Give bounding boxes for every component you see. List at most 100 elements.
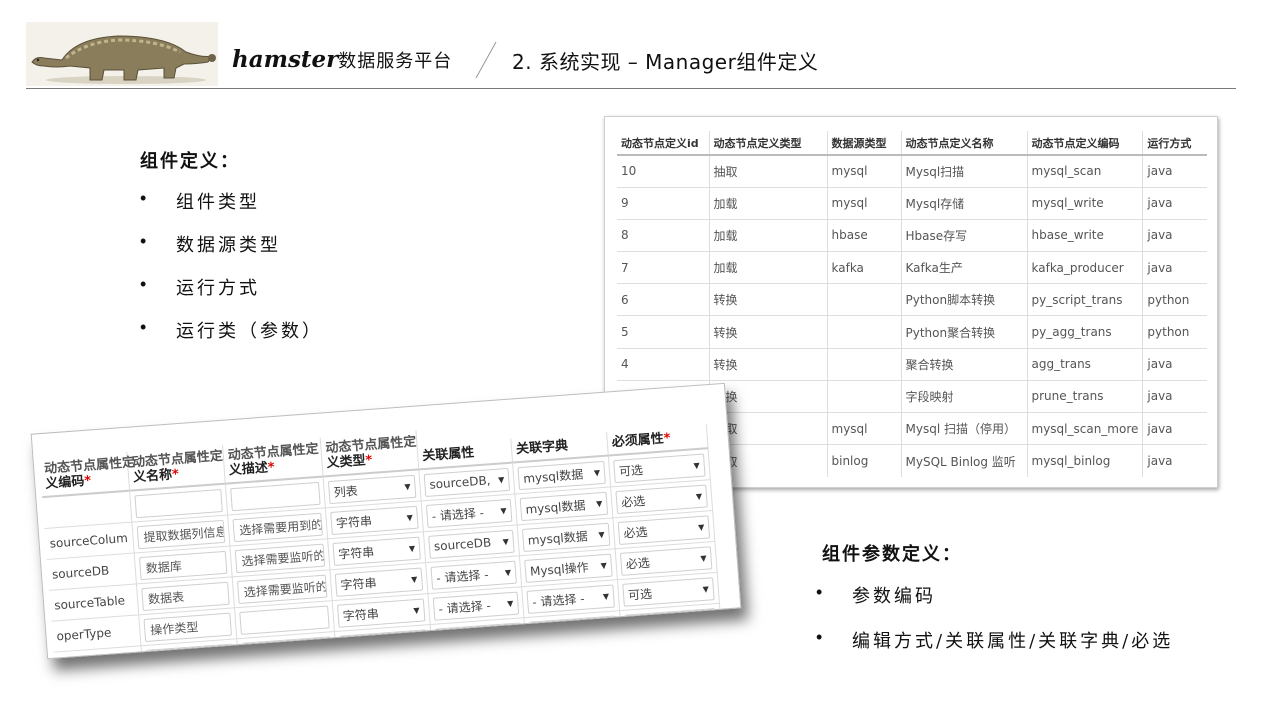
param-header-label: 动态节点属性定 义描述* xyxy=(227,442,320,479)
bullet-icon: • xyxy=(816,582,826,602)
select-value: - 请选择 - xyxy=(431,505,485,524)
select-value: sourceDB, xyxy=(428,473,491,492)
param-type-select[interactable]: 字符串 ▼ xyxy=(330,505,419,535)
cell-code: mysql_scan xyxy=(1026,154,1143,188)
chevron-down-icon: ▼ xyxy=(506,598,514,608)
related-attr-select[interactable]: - 请选择 - ▼ xyxy=(425,498,513,528)
column-header[interactable]: 数据源类型 xyxy=(826,131,901,156)
param-header-label: 关联属性 xyxy=(422,445,475,464)
required-select[interactable]: 必选 ▼ xyxy=(619,545,713,576)
column-header[interactable]: 动态节点定义名称 xyxy=(900,131,1027,156)
cell-name: Hbase存写 xyxy=(900,218,1027,252)
param-type-select[interactable]: 大文本 ▼ xyxy=(339,628,428,659)
cell-code: agg_trans xyxy=(1026,347,1143,381)
list-item: • 数据源类型 xyxy=(140,231,323,274)
select-value: 可选 xyxy=(627,586,653,602)
param-desc-input[interactable]: 选择需要用到的 xyxy=(232,512,323,542)
param-desc-input[interactable]: 选择需要监听的 xyxy=(234,543,326,573)
param-desc-input[interactable]: 选择需要监听的 xyxy=(236,574,328,604)
select-value: Mysql操作 xyxy=(529,559,590,579)
column-header[interactable]: 运行方式 xyxy=(1142,131,1207,156)
cell-code: hbase_write xyxy=(1026,218,1143,252)
select-value: 字符串 xyxy=(342,606,380,623)
title-separator xyxy=(475,41,497,79)
param-type-select[interactable]: 字符串 ▼ xyxy=(332,536,421,566)
cell-type: 转换 xyxy=(708,315,827,349)
param-desc-input[interactable] xyxy=(230,481,321,511)
cell-runmode: python xyxy=(1142,283,1207,316)
cell-type: 加载 xyxy=(708,218,827,252)
select-value: 大文本 xyxy=(344,637,382,654)
table-header-row: 动态节点定义id 动态节点定义类型 数据源类型 动态节点定义名称 动态节点定义编… xyxy=(617,131,1207,156)
param-cell: ▼ xyxy=(524,611,623,650)
list-item: • 组件类型 xyxy=(140,188,323,231)
param-header-label: 动态节点属性定 义类型* xyxy=(325,435,418,472)
param-name-input[interactable]: 数据过滤表达式 xyxy=(145,643,235,660)
param-definition-title: 组件参数定义： xyxy=(822,544,962,565)
cell-datasource: kafka xyxy=(826,251,901,284)
table-row[interactable]: 10 抽取 mysql Mysql扫描 mysql_scan java xyxy=(617,154,1207,188)
param-desc-input[interactable]: 支持：逻辑运 xyxy=(241,635,332,660)
param-name-input[interactable]: 数据表 xyxy=(141,581,230,611)
param-name-input[interactable]: 操作类型 xyxy=(143,612,232,642)
param-name-input[interactable]: 提取数据列信息 xyxy=(136,519,226,549)
required-select[interactable]: 可选 ▼ xyxy=(622,576,715,607)
related-attr-select[interactable]: - 请选择 - ▼ xyxy=(430,560,517,590)
param-definition-grid: 动态节点属性定 义编码* 动态节点属性定 义名称* 动态节点属性定 义描述* 动态节点属性定… xyxy=(38,385,723,660)
related-dict-select[interactable]: mysql数据 ▼ xyxy=(519,491,609,521)
related-dict-select[interactable]: - 请选择 - ▼ xyxy=(526,584,615,614)
cell-type: 加载 xyxy=(708,186,827,220)
chevron-down-icon: ▼ xyxy=(408,543,416,553)
required-select[interactable]: ▼ xyxy=(624,607,717,638)
cell-name: Python脚本转换 xyxy=(900,283,1027,316)
column-header[interactable]: 动态节点定义编码 xyxy=(1026,131,1143,156)
param-header-label: 动态节点属性定 义名称* xyxy=(132,449,225,486)
related-attr-select[interactable]: ▼ xyxy=(434,621,522,652)
table-row[interactable]: 4 转换 聚合转换 agg_trans java xyxy=(617,347,1207,381)
select-value: mysql数据 xyxy=(527,528,589,548)
cell-id: 9 xyxy=(617,186,709,220)
param-code-text: sourceTable xyxy=(53,593,126,613)
cell-id: 7 xyxy=(617,251,709,284)
chevron-down-icon: ▼ xyxy=(500,505,507,516)
param-type-select[interactable]: 字符串 ▼ xyxy=(336,597,426,628)
select-value: 字符串 xyxy=(337,544,375,562)
column-header[interactable]: 动态节点定义类型 xyxy=(708,131,827,156)
required-select[interactable]: 可选 ▼ xyxy=(613,453,706,483)
related-attr-select[interactable]: - 请选择 - ▼ xyxy=(432,591,520,621)
param-desc-input[interactable] xyxy=(239,604,330,635)
param-name-input[interactable]: 数据库 xyxy=(138,550,228,580)
related-dict-select[interactable]: mysql数据 ▼ xyxy=(517,460,606,490)
bullet-icon: • xyxy=(140,317,150,337)
related-attr-select[interactable]: sourceDB ▼ xyxy=(428,529,515,559)
related-dict-select[interactable]: Mysql操作 ▼ xyxy=(524,553,613,583)
table-row[interactable]: 9 加载 mysql Mysql存储 mysql_write java xyxy=(617,186,1207,220)
param-type-select[interactable]: 字符串 ▼ xyxy=(334,567,424,597)
required-select[interactable]: 必选 ▼ xyxy=(615,483,708,514)
cell-code: py_script_trans xyxy=(1026,283,1143,316)
cell-runmode: java xyxy=(1142,444,1207,477)
table-row[interactable]: 8 加载 hbase Hbase存写 hbase_write java xyxy=(617,218,1207,252)
cell-name: MySQL Binlog 监听 xyxy=(900,444,1027,477)
cell-code: py_agg_trans xyxy=(1026,315,1143,349)
component-definition-list: • 组件类型 • 数据源类型 • 运行方式 • 运行类（参数） xyxy=(140,188,323,360)
cell-datasource: mysql xyxy=(826,411,901,445)
param-code-text: sourceColumn xyxy=(49,530,130,551)
required-mark-icon: * xyxy=(171,467,180,483)
required-select[interactable]: 必选 ▼ xyxy=(617,514,711,545)
cell-id: 5 xyxy=(617,315,709,349)
table-row[interactable]: 5 转换 Python聚合转换 py_agg_trans python xyxy=(617,315,1207,349)
select-value: mysql数据 xyxy=(525,497,586,517)
column-header[interactable]: 动态节点定义id xyxy=(617,131,709,156)
related-dict-select[interactable]: ▼ xyxy=(528,614,618,645)
select-value: 字符串 xyxy=(335,513,373,531)
table-row[interactable]: 6 转换 Python脚本转换 py_script_trans python xyxy=(617,283,1207,316)
param-header-bottom: 必须属性 xyxy=(611,431,665,451)
param-header-bottom: 义编码 xyxy=(44,474,85,492)
cell-name: Kafka生产 xyxy=(900,251,1027,284)
related-dict-select[interactable]: mysql数据 ▼ xyxy=(521,522,611,552)
param-type-select[interactable]: 列表 ▼ xyxy=(327,474,417,504)
table-row[interactable]: 7 加载 kafka Kafka生产 kafka_producer java xyxy=(617,251,1207,284)
related-attr-select[interactable]: sourceDB, ▼ xyxy=(423,467,511,497)
param-name-input[interactable] xyxy=(134,488,223,518)
